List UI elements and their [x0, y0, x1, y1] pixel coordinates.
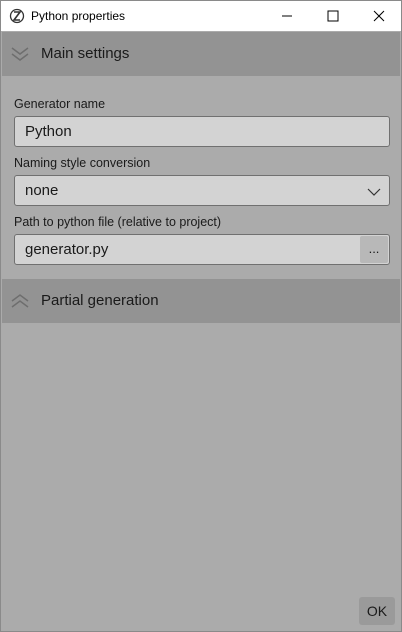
close-icon — [373, 7, 385, 26]
minimize-icon — [281, 7, 293, 26]
maximize-icon — [327, 7, 339, 26]
main-settings-header[interactable]: Main settings — [2, 32, 400, 76]
app-logo-icon — [9, 8, 25, 24]
title-bar[interactable]: Python properties — [1, 1, 401, 31]
chevron-down-icon — [367, 185, 381, 197]
generator-name-label: Generator name — [14, 97, 106, 111]
naming-style-label: Naming style conversion — [14, 156, 151, 170]
naming-style-select[interactable]: none — [14, 175, 390, 206]
generator-name-value: Python — [25, 123, 72, 140]
python-properties-window: Python properties Main settings Generato… — [0, 0, 402, 632]
partial-generation-header[interactable]: Partial generation — [2, 279, 400, 323]
minimize-button[interactable] — [264, 1, 310, 31]
chevron-double-up-icon — [10, 291, 30, 311]
maximize-button[interactable] — [310, 1, 356, 31]
python-path-label: Path to python file (relative to project… — [14, 215, 222, 229]
close-button[interactable] — [356, 1, 402, 31]
chevron-double-down-icon — [10, 44, 30, 64]
browse-button[interactable]: ... — [360, 236, 388, 263]
ok-button[interactable]: OK — [359, 597, 395, 625]
partial-generation-label: Partial generation — [41, 292, 159, 309]
naming-style-value: none — [25, 182, 59, 199]
python-path-field[interactable]: generator.py ... — [14, 234, 390, 265]
python-path-value: generator.py — [25, 241, 109, 258]
main-settings-label: Main settings — [41, 45, 130, 62]
generator-name-field[interactable]: Python — [14, 116, 390, 147]
window-title: Python properties — [31, 9, 126, 23]
